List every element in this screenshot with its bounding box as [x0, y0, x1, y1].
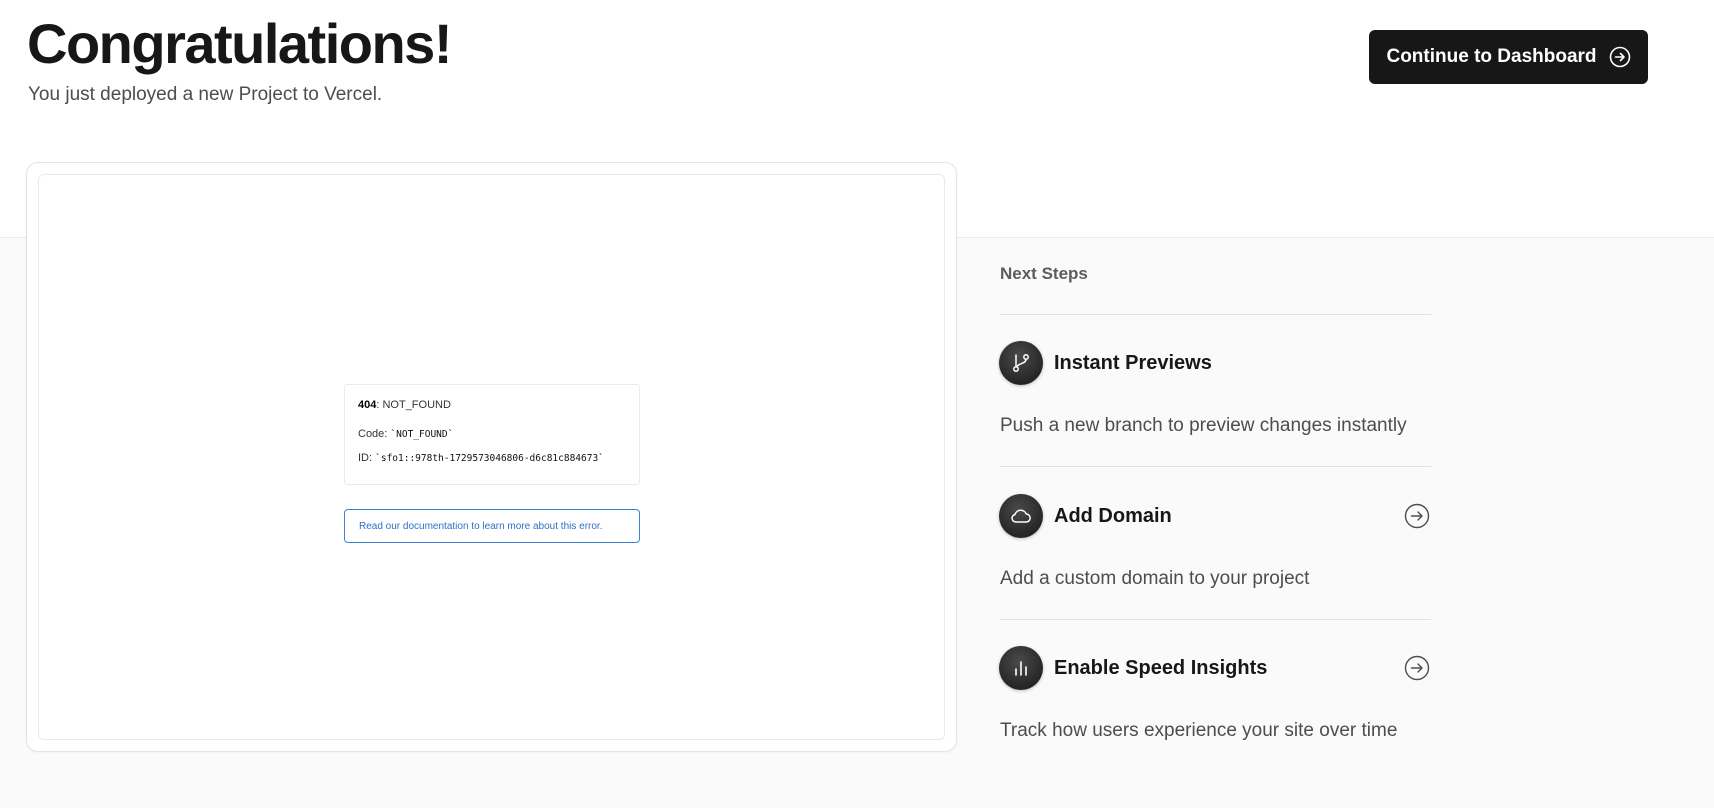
- step-description-add-domain: Add a custom domain to your project: [1000, 568, 1310, 589]
- bar-chart-icon-svg: [1015, 661, 1027, 676]
- error-code-label: Code:: [358, 428, 391, 440]
- error-code-line: Code: `NOT_FOUND`: [358, 427, 626, 442]
- divider: [1000, 466, 1431, 467]
- step-title-enable-speed-insights[interactable]: Enable Speed Insights: [1054, 655, 1267, 681]
- step-title-add-domain[interactable]: Add Domain: [1054, 503, 1172, 529]
- step-description-instant-previews: Push a new branch to preview changes ins…: [1000, 415, 1407, 436]
- error-status-line: 404: NOT_FOUND: [358, 398, 626, 412]
- error-status-text: : NOT_FOUND: [376, 399, 451, 411]
- git-branch-icon-svg: [1013, 354, 1029, 372]
- bar-chart-icon: [999, 646, 1043, 690]
- divider: [1000, 314, 1431, 315]
- arrow-right-circle-icon[interactable]: [1404, 503, 1430, 529]
- continue-button-label: Continue to Dashboard: [1386, 46, 1597, 67]
- cloud-icon: [999, 494, 1043, 538]
- deployment-preview-screenshot: 404: NOT_FOUND Code: `NOT_FOUND` ID: `sf…: [38, 174, 945, 740]
- continue-to-dashboard-button[interactable]: Continue to Dashboard: [1369, 30, 1648, 84]
- arrow-right-circle-icon[interactable]: [1404, 655, 1430, 681]
- arrow-right-circle-icon: [1609, 46, 1630, 68]
- error-id-value: `sfo1::978th-1729573046806-d6c81c884673`: [375, 453, 604, 464]
- cloud-icon-svg: [1011, 509, 1031, 523]
- error-status-code: 404: [358, 399, 377, 411]
- deployment-preview-card[interactable]: 404: NOT_FOUND Code: `NOT_FOUND` ID: `sf…: [26, 162, 957, 752]
- divider: [1000, 619, 1431, 620]
- step-description-enable-speed-insights: Track how users experience your site ove…: [1000, 720, 1398, 741]
- git-branch-icon: [999, 341, 1043, 385]
- error-id-line: ID: `sfo1::978th-1729573046806-d6c81c884…: [358, 451, 626, 466]
- documentation-link[interactable]: Read our documentation to learn more abo…: [344, 509, 640, 543]
- page-subtitle: You just deployed a new Project to Verce…: [28, 84, 383, 105]
- error-code-value: `NOT_FOUND`: [390, 429, 454, 440]
- error-message-box: 404: NOT_FOUND Code: `NOT_FOUND` ID: `sf…: [344, 384, 640, 485]
- page-title: Congratulations!: [27, 12, 452, 75]
- error-id-label: ID:: [358, 452, 376, 464]
- step-title-instant-previews: Instant Previews: [1054, 352, 1212, 374]
- next-steps-heading: Next Steps: [1000, 264, 1088, 283]
